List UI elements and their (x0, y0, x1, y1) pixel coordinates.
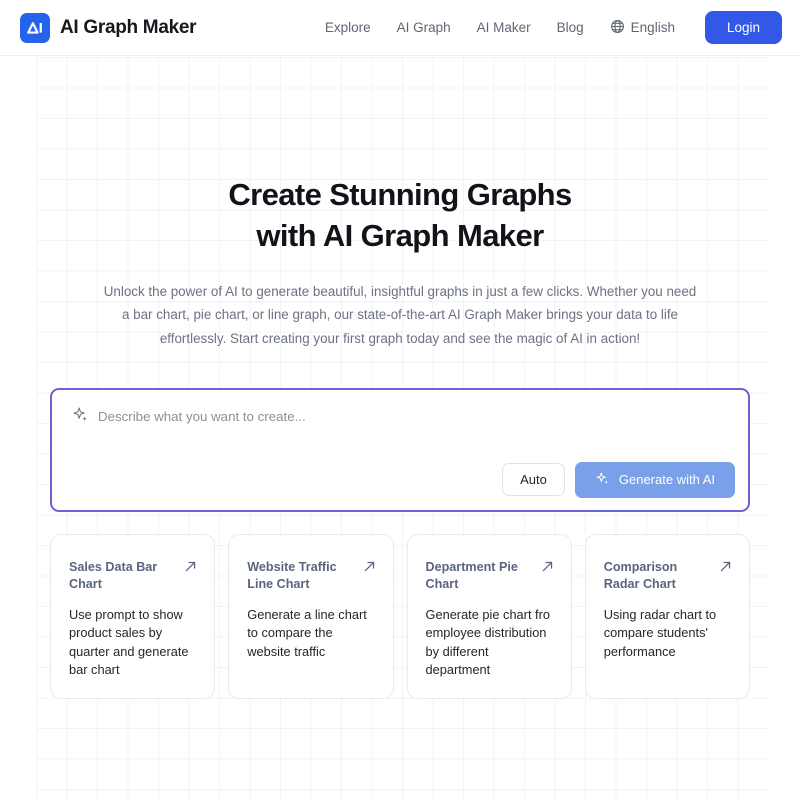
card-title: Website Traffic Line Chart (247, 559, 374, 593)
page-title: Create Stunning Graphs with AI Graph Mak… (0, 174, 800, 256)
hero-subtitle: Unlock the power of AI to generate beaut… (103, 284, 697, 346)
generate-with-ai-button[interactable]: Generate with AI (574, 461, 735, 498)
nav-link-blog[interactable]: Blog (557, 20, 584, 35)
card-department-pie-chart[interactable]: Department Pie Chart Generate pie chart … (406, 533, 572, 699)
brand-logo[interactable]: AI Graph Maker (20, 12, 197, 43)
ai-logo-mark-icon (20, 12, 50, 43)
card-title-text: Sales Data Bar Chart (69, 559, 158, 591)
sparkle-icon (72, 406, 89, 428)
card-title: Sales Data Bar Chart (69, 559, 196, 593)
main-navigation: Explore AI Graph AI Maker Blog English L… (325, 11, 782, 44)
main-content: Create Stunning Graphs with AI Graph Mak… (0, 56, 800, 699)
login-button[interactable]: Login (704, 11, 782, 44)
auto-button[interactable]: Auto (502, 463, 565, 497)
nav-link-explore[interactable]: Explore (325, 20, 371, 35)
arrow-up-right-icon (542, 560, 553, 577)
card-comparison-radar-chart[interactable]: Comparison Radar Chart Using radar chart… (584, 533, 750, 699)
example-cards: Sales Data Bar Chart Use prompt to show … (50, 533, 750, 699)
language-selector[interactable]: English (610, 19, 675, 37)
arrow-up-right-icon (720, 560, 731, 577)
sparkle-icon (595, 471, 610, 489)
hero-title-line-2: with AI Graph Maker (256, 218, 544, 254)
nav-link-ai-maker[interactable]: AI Maker (477, 20, 531, 35)
arrow-up-right-icon (364, 560, 375, 577)
card-title: Comparison Radar Chart (604, 559, 731, 593)
prompt-input-row (52, 390, 748, 428)
hero-title-line-1: Create Stunning Graphs (228, 177, 572, 212)
card-title-text: Department Pie Chart (425, 559, 518, 591)
card-description: Use prompt to show product sales by quar… (69, 606, 189, 678)
prompt-composer[interactable]: Auto Generate with AI (50, 387, 750, 512)
card-description: Generate a line chart to compare the web… (247, 606, 367, 659)
prompt-input[interactable] (98, 409, 730, 425)
language-label: English (630, 20, 675, 35)
card-title-text: Comparison Radar Chart (603, 559, 678, 591)
card-title: Department Pie Chart (426, 559, 553, 593)
card-description: Using radar chart to compare students' p… (603, 606, 717, 659)
nav-link-ai-graph[interactable]: AI Graph (397, 20, 451, 35)
generate-button-label: Generate with AI (618, 472, 715, 488)
globe-icon (610, 19, 625, 37)
card-sales-data-bar-chart[interactable]: Sales Data Bar Chart Use prompt to show … (50, 533, 216, 699)
card-title-text: Website Traffic Line Chart (247, 559, 337, 591)
prompt-actions: Auto Generate with AI (502, 461, 735, 498)
arrow-up-right-icon (185, 560, 196, 577)
site-header: AI Graph Maker Explore AI Graph AI Maker… (0, 0, 800, 56)
brand-name: AI Graph Maker (60, 16, 197, 38)
card-description: Generate pie chart fro employee distribu… (425, 606, 550, 678)
card-website-traffic-line-chart[interactable]: Website Traffic Line Chart Generate a li… (228, 533, 394, 699)
